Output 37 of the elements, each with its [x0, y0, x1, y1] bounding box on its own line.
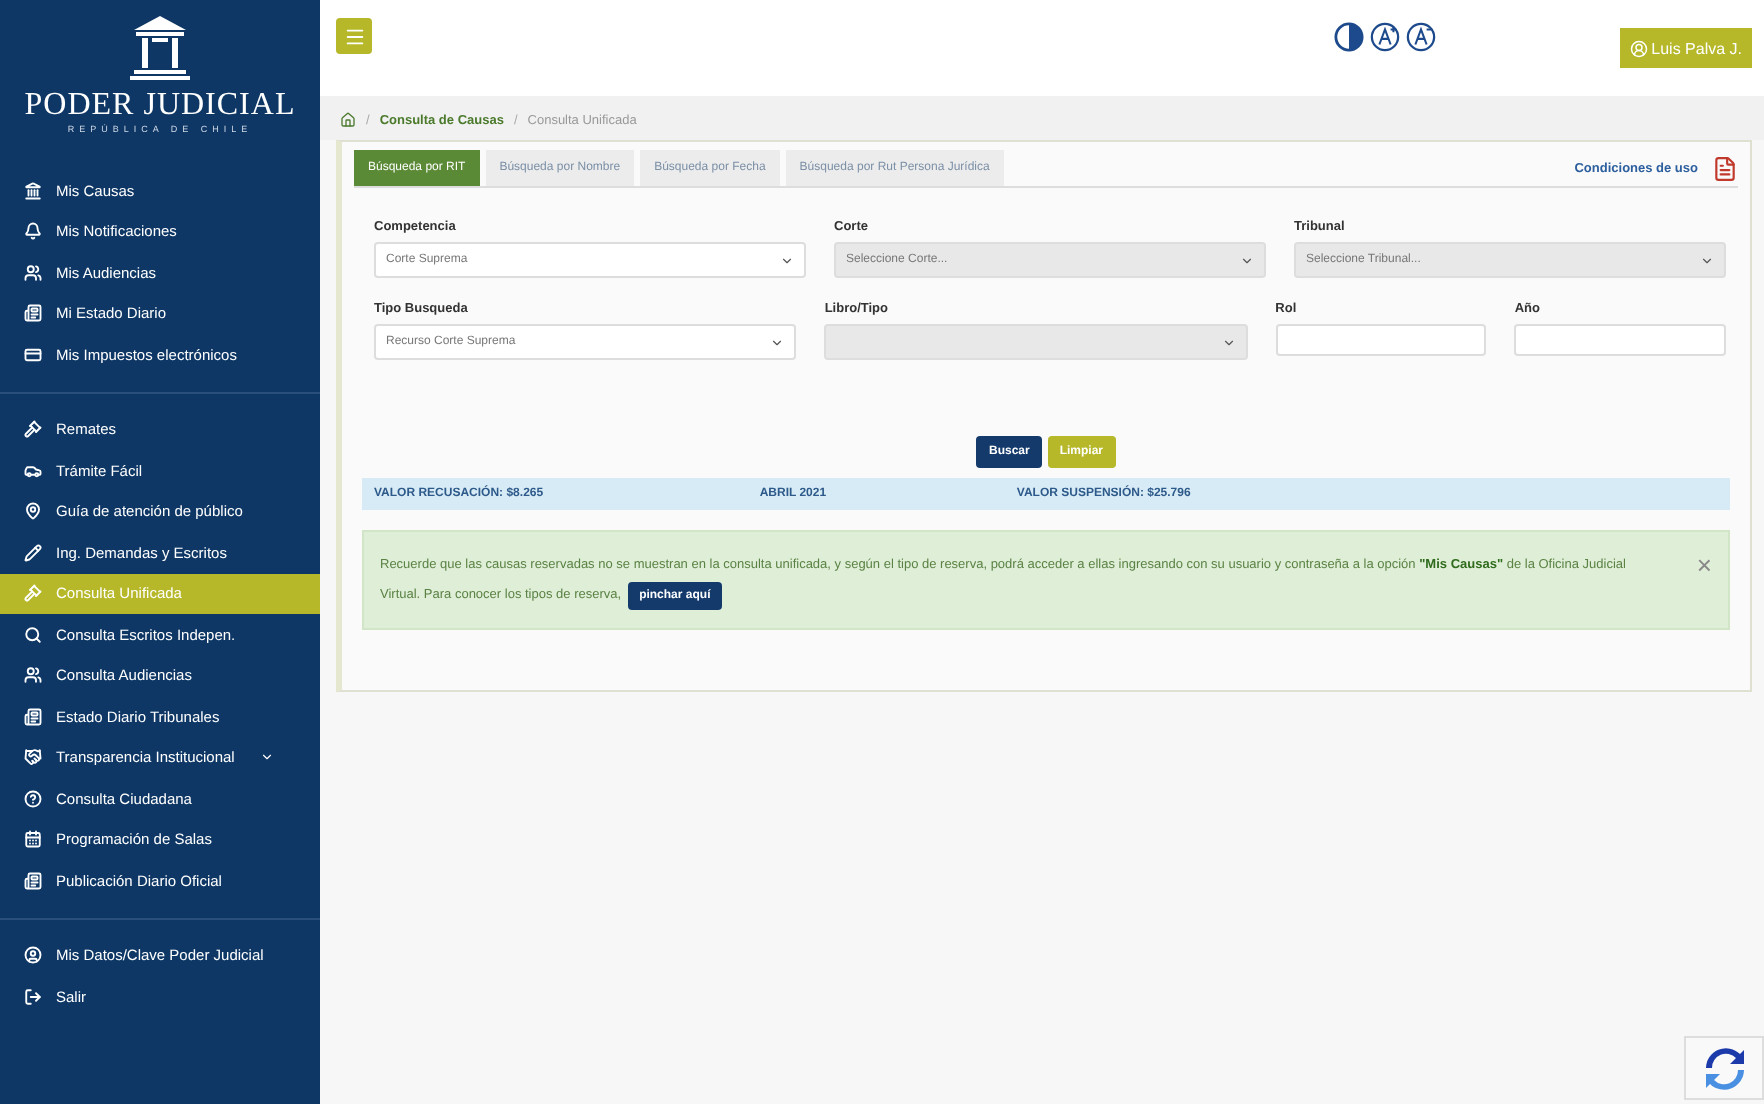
help-icon [24, 789, 42, 808]
newspaper-icon [24, 871, 42, 890]
chevron-down-icon [1700, 253, 1714, 267]
chevron-down-icon [1240, 253, 1254, 267]
user-icon [1629, 39, 1648, 57]
pdf-file-icon[interactable] [1712, 155, 1738, 181]
chevron-down-icon[interactable] [260, 750, 275, 765]
menu-icon [343, 25, 365, 47]
newspaper-icon [24, 304, 42, 323]
card-icon [24, 345, 42, 364]
bell-icon [24, 222, 42, 241]
font-increase-icon[interactable] [1369, 21, 1400, 51]
map-pin-icon [24, 502, 42, 521]
user-icon [24, 946, 42, 965]
home-icon[interactable] [340, 112, 356, 128]
newspaper-icon [24, 707, 42, 726]
search-icon [24, 625, 42, 644]
chevron-down-icon [780, 253, 794, 267]
people-icon [24, 666, 42, 685]
pencil-icon [24, 543, 42, 562]
people-icon [24, 263, 42, 282]
contrast-icon[interactable] [1333, 21, 1364, 51]
handshake-icon [24, 748, 42, 767]
input-field[interactable] [1514, 324, 1726, 356]
logout-icon [24, 987, 42, 1006]
chevron-down-icon [1221, 335, 1236, 349]
captcha-logo-icon[interactable] [1684, 1036, 1764, 1100]
calendar-icon [24, 830, 42, 849]
chevron-down-icon [770, 335, 785, 349]
font-decrease-icon[interactable] [1405, 21, 1436, 51]
gavel-icon [24, 420, 42, 439]
gavel-icon [24, 584, 42, 603]
input-field[interactable] [1275, 324, 1487, 356]
car-icon [24, 461, 42, 480]
logo-title: PODER JUDICIAL [24, 88, 296, 124]
bank-icon [24, 181, 42, 200]
courthouse-logo-icon [130, 16, 190, 80]
